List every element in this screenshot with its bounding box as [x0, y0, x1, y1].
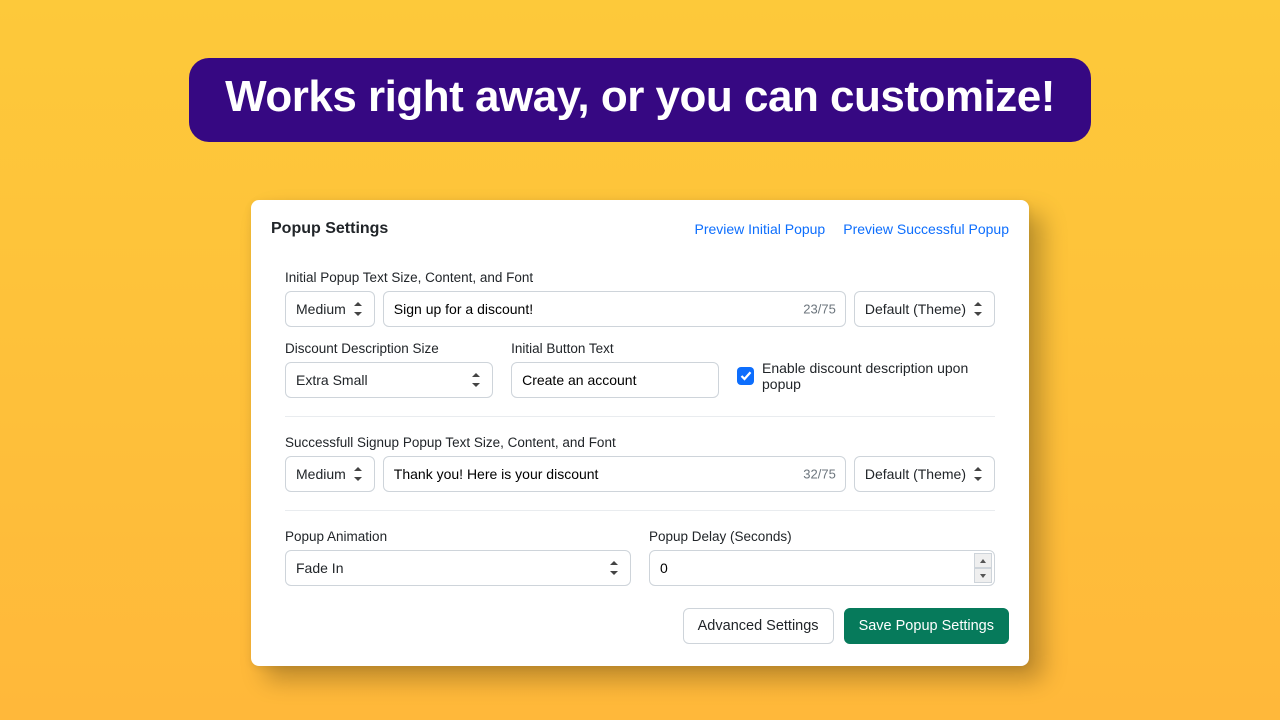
success-text-wrap: 32/75 — [383, 456, 846, 492]
animation-select[interactable]: Fade In — [285, 550, 631, 586]
select-caret-icon — [354, 302, 364, 316]
delay-step-down[interactable] — [974, 568, 992, 583]
initial-button-text-input[interactable] — [511, 362, 719, 398]
select-caret-icon — [472, 373, 482, 387]
initial-text-input[interactable] — [383, 291, 846, 327]
preview-success-link[interactable]: Preview Successful Popup — [843, 221, 1009, 237]
success-popup-label: Successfull Signup Popup Text Size, Cont… — [285, 435, 995, 450]
divider — [285, 510, 995, 511]
delay-step-up[interactable] — [974, 553, 992, 568]
panel-footer: Advanced Settings Save Popup Settings — [271, 608, 1009, 644]
animation-label: Popup Animation — [285, 529, 631, 544]
success-text-counter: 32/75 — [803, 467, 836, 482]
success-size-value: Medium — [296, 466, 346, 482]
popup-settings-panel: Popup Settings Preview Initial Popup Pre… — [251, 200, 1029, 666]
delay-input-wrap — [649, 550, 995, 586]
enable-desc-checkbox-row: Enable discount description upon popup — [737, 360, 995, 392]
desc-size-select[interactable]: Extra Small — [285, 362, 493, 398]
initial-font-select[interactable]: Default (Theme) — [854, 291, 995, 327]
success-font-select[interactable]: Default (Theme) — [854, 456, 995, 492]
initial-text-wrap: 23/75 — [383, 291, 846, 327]
desc-size-label: Discount Description Size — [285, 341, 493, 356]
panel-header: Popup Settings Preview Initial Popup Pre… — [271, 220, 1009, 238]
check-icon — [740, 370, 752, 382]
select-caret-icon — [610, 561, 620, 575]
delay-spinner — [974, 553, 992, 583]
animation-value: Fade In — [296, 560, 343, 576]
delay-input[interactable] — [660, 560, 972, 576]
initial-size-value: Medium — [296, 301, 346, 317]
success-font-value: Default (Theme) — [865, 466, 966, 482]
hero-banner: Works right away, or you can customize! — [189, 58, 1091, 142]
enable-desc-checkbox[interactable] — [737, 367, 754, 385]
preview-initial-link[interactable]: Preview Initial Popup — [694, 221, 825, 237]
select-caret-icon — [974, 467, 984, 481]
initial-font-value: Default (Theme) — [865, 301, 966, 317]
advanced-settings-button[interactable]: Advanced Settings — [683, 608, 834, 644]
initial-text-counter: 23/75 — [803, 302, 836, 317]
success-size-select[interactable]: Medium — [285, 456, 375, 492]
initial-popup-label: Initial Popup Text Size, Content, and Fo… — [285, 270, 995, 285]
select-caret-icon — [354, 467, 364, 481]
enable-desc-label: Enable discount description upon popup — [762, 360, 995, 392]
panel-links: Preview Initial Popup Preview Successful… — [694, 221, 1009, 237]
select-caret-icon — [974, 302, 984, 316]
desc-size-value: Extra Small — [296, 372, 368, 388]
divider — [285, 416, 995, 417]
initial-button-text-label: Initial Button Text — [511, 341, 719, 356]
delay-label: Popup Delay (Seconds) — [649, 529, 995, 544]
panel-title: Popup Settings — [271, 220, 388, 238]
initial-size-select[interactable]: Medium — [285, 291, 375, 327]
success-text-input[interactable] — [383, 456, 846, 492]
save-button[interactable]: Save Popup Settings — [844, 608, 1009, 644]
